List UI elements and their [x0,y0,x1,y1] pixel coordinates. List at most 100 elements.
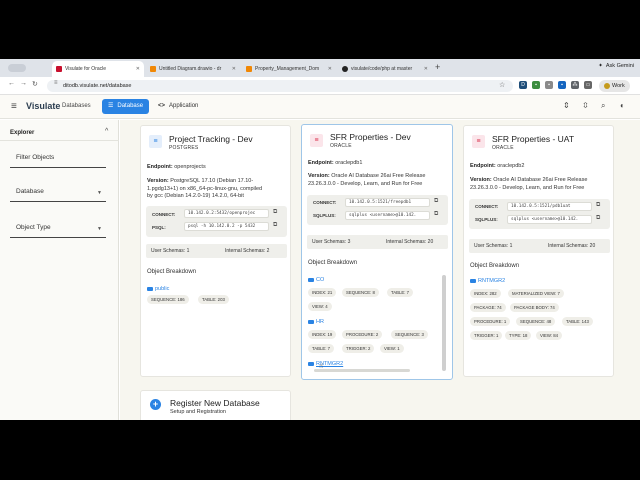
search-icon[interactable]: ⌕ [601,101,605,111]
vertical-scrollbar[interactable] [442,275,446,371]
github-favicon-icon [342,66,348,72]
connect-string-field[interactable]: 10.142.0.5:1521/pdb1uat [507,202,592,211]
chevron-up-icon[interactable]: ^ [105,128,108,135]
copy-icon[interactable]: ⧉ [273,209,277,216]
schema-stats: User Schemas: 1 Internal Schemas: 20 [469,239,610,253]
endpoint-row: Endpoint: oraclepdb2 [470,163,525,169]
copy-icon[interactable]: ⧉ [596,215,600,222]
object-count-chip: PACKAGE: 74 [470,303,506,312]
drawio-favicon-icon [246,66,252,72]
address-bar-row: ← → ↻ ditodb.visulate.net/database ≡ ☆ D… [0,77,640,95]
database-card-sfr-dev[interactable]: ≡ SFR Properties - Dev ORACLE Endpoint: … [301,124,453,380]
collapse-vertical-icon[interactable]: ⇳ [582,101,589,110]
explorer-title: Explorer [10,130,35,136]
ask-gemini-button[interactable]: ✦ Ask Gemini [598,63,634,69]
version-row: Version: Oracle AI Database 26ai Free Re… [308,173,426,187]
sqlplus-command-field[interactable]: sqlplus <username>@10.142. [345,211,430,220]
bookmark-star-icon[interactable]: ☆ [499,81,505,89]
divider [0,140,119,141]
copy-icon[interactable]: ⧉ [434,211,438,218]
caret-down-icon: ▼ [97,226,102,232]
database-icon: ☰ [108,103,114,109]
reload-icon[interactable]: ↻ [32,80,38,88]
filter-objects-input[interactable]: Filter Objects [10,150,106,168]
connection-box: CONNECT: 10.142.0.2:5432/openprojec ⧉ PS… [146,206,287,237]
folder-icon [308,320,314,324]
tab-database[interactable]: ☰ Database [102,99,150,114]
object-type-select[interactable]: Object Type ▼ [10,220,106,238]
schema-link-hr[interactable]: HR [308,319,324,325]
back-icon[interactable]: ← [8,80,15,87]
copy-icon[interactable]: ⧉ [596,202,600,209]
object-breakdown-title: Object Breakdown [308,260,358,266]
hamburger-menu-icon[interactable]: ≡ [11,101,17,112]
endpoint-row: Endpoint: openprojects [147,164,206,170]
version-row: Version: PostgreSQL 17.10 (Debian 17.10-… [147,178,263,199]
extensions-puzzle-icon[interactable]: ⁂ [571,81,579,89]
close-tab-icon[interactable]: ✕ [232,66,236,72]
nav-databases-link[interactable]: Databases [62,103,91,109]
copy-icon[interactable]: ⧉ [434,198,438,205]
close-tab-icon[interactable]: ✕ [136,66,140,72]
register-database-card[interactable]: + Register New Database Setup and Regist… [140,390,291,420]
schema-link-public[interactable]: public [147,286,169,292]
database-select[interactable]: Database ▼ [10,184,106,202]
browser-tab-visulate[interactable]: Visulate for Oracle ✕ [52,61,144,77]
card-db-type: POSTGRES [169,145,199,151]
card-db-type: ORACLE [330,143,352,149]
sqlplus-command-field[interactable]: sqlplus <username>@10.142. [507,215,592,224]
object-count-chip: TRIGGER: 2 [342,344,375,353]
database-icon: ≡ [149,135,162,148]
object-count-chip: SEQUENCE: 8 [342,288,379,297]
app-header: ≡ Visulate Databases ☰ Database <> Appli… [0,95,640,119]
site-info-icon[interactable]: ≡ [54,80,58,86]
database-card-project-tracking[interactable]: ≡ Project Tracking - Dev POSTGRES Endpoi… [140,125,291,377]
downloads-icon[interactable]: ▭ [584,81,592,89]
expand-vertical-icon[interactable]: ⇕ [563,101,570,110]
schema-link-co[interactable]: CO [308,277,324,283]
browser-tab-drawio[interactable]: Untitled Diagram.drawio - dr ✕ [146,61,240,77]
profile-button[interactable]: Work [599,80,630,92]
browser-tab-property[interactable]: Property_Management_Dom ✕ [242,61,336,77]
close-tab-icon[interactable]: ✕ [328,66,332,72]
register-subtitle: Setup and Registration [170,409,226,415]
copy-icon[interactable]: ⧉ [273,222,277,229]
extension-icon[interactable]: ▪ [545,81,553,89]
app-title: Visulate [26,101,61,111]
folder-icon [147,287,153,291]
connect-string-field[interactable]: 10.142.0.2:5432/openprojec [184,209,269,218]
database-card-sfr-uat[interactable]: ≡ SFR Properties - UAT ORACLE Endpoint: … [463,125,614,377]
main-content: ≡ Project Tracking - Dev POSTGRES Endpoi… [120,120,640,420]
oracle-favicon-icon [56,66,62,72]
extension-icon[interactable]: ▪ [558,81,566,89]
object-breakdown-title: Object Breakdown [147,269,197,275]
window-controls[interactable] [8,64,26,72]
schema-link-rntmgr2[interactable]: RNTMGR2 [470,278,505,284]
schema-stats: User Schemas: 3 Internal Schemas: 20 [307,235,448,249]
browser-window: Visulate for Oracle ✕ Untitled Diagram.d… [0,59,640,420]
pointer-cursor-icon: ☝ [319,363,324,370]
object-count-chip: TABLE: 203 [198,295,229,304]
schema-stats: User Schemas: 1 Internal Schemas: 2 [146,244,287,258]
url-field[interactable]: ditodb.visulate.net/database [47,80,513,92]
object-count-chip: VIEW: 1 [380,344,404,353]
connection-box: CONNECT: 10.142.0.5:1521/pdb1uat ⧉ SQLPL… [469,199,610,229]
close-tab-icon[interactable]: ✕ [424,66,428,72]
tab-application[interactable]: <> Application [152,99,204,114]
extension-icon[interactable]: ▪ [532,81,540,89]
schema-link-rntmgr2[interactable]: RNTMGR2 [308,361,343,367]
dark-mode-icon[interactable]: ◐ [620,101,625,110]
extension-icon[interactable]: D [519,81,527,89]
psql-command-field[interactable]: psql -h 10.142.0.2 -p 5432 [184,222,269,231]
browser-tab-github[interactable]: visulate/code/php at master ✕ [338,61,432,77]
new-tab-button[interactable]: + [435,62,440,72]
connect-string-field[interactable]: 10.142.0.5:1521/freepdb1 [345,198,430,207]
object-count-chip: VIEW: 84 [536,331,563,340]
object-count-chip: TABLE: 7 [387,288,414,297]
forward-icon[interactable]: → [20,80,27,87]
object-count-chip: VIEW: 4 [308,302,332,311]
horizontal-scrollbar[interactable] [314,369,410,372]
folder-icon [308,278,314,282]
folder-icon [470,279,476,283]
object-count-chip: PROCEDURE: 2 [342,330,383,339]
